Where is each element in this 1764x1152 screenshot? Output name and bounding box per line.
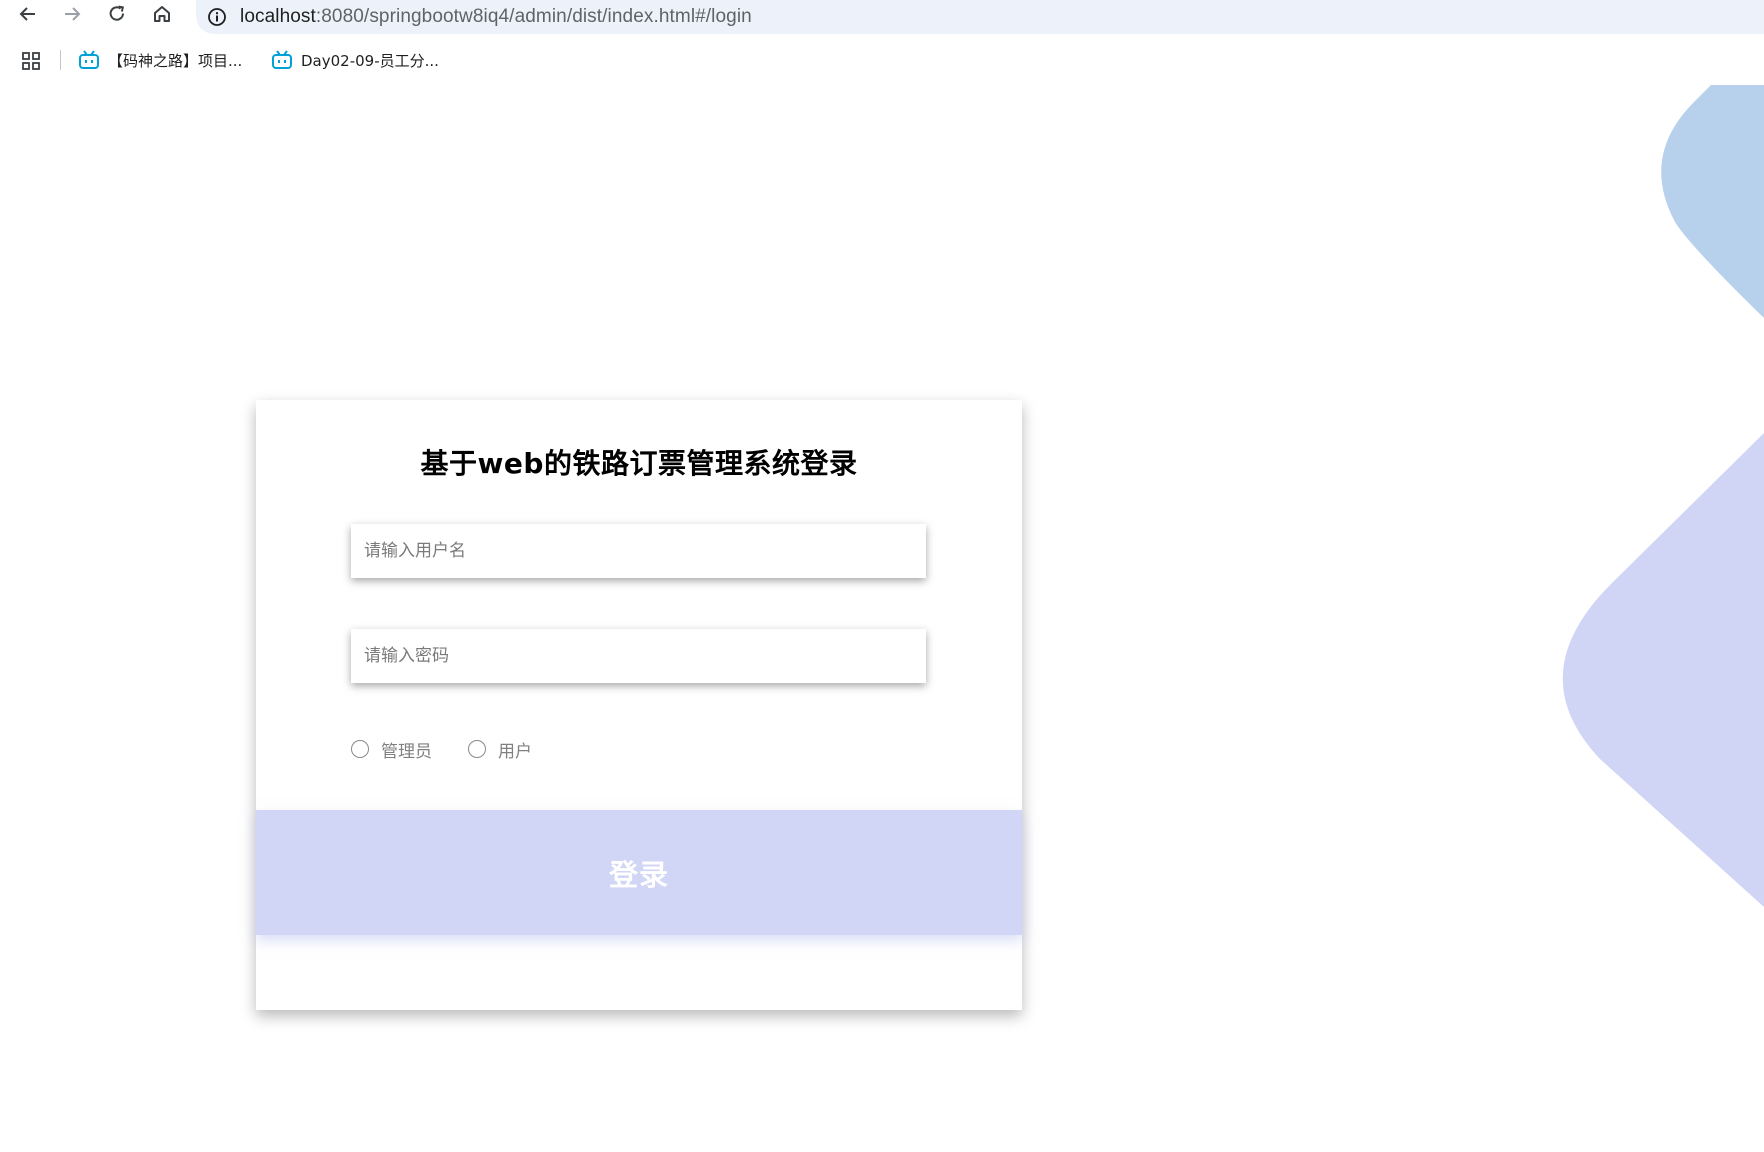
role-option-user[interactable]: 用户 bbox=[468, 737, 532, 762]
url-text[interactable]: localhost:8080/springbootw8iq4/admin/dis… bbox=[240, 6, 752, 28]
home-icon bbox=[154, 6, 170, 22]
back-button[interactable] bbox=[12, 0, 44, 28]
bookmark-item[interactable]: Day02-09-员工分... bbox=[271, 44, 439, 76]
deco-blue-shape bbox=[1661, 85, 1764, 318]
apps-grid-icon[interactable] bbox=[20, 50, 42, 72]
radio-button[interactable] bbox=[351, 740, 369, 758]
url-host: localhost bbox=[240, 6, 316, 27]
arrow-left-icon bbox=[19, 7, 35, 21]
login-button[interactable]: 登录 bbox=[256, 810, 1022, 935]
role-label-admin: 管理员 bbox=[381, 741, 432, 762]
home-button[interactable] bbox=[146, 0, 178, 28]
password-field-wrapper bbox=[351, 629, 926, 683]
bookmarks-divider bbox=[60, 50, 61, 70]
username-input[interactable] bbox=[351, 524, 926, 578]
arrow-right-icon bbox=[65, 7, 81, 21]
username-field-wrapper bbox=[351, 524, 926, 578]
password-input[interactable] bbox=[351, 629, 926, 683]
role-label-user: 用户 bbox=[498, 741, 532, 762]
role-option-admin[interactable]: 管理员 bbox=[351, 737, 432, 762]
reload-button[interactable] bbox=[101, 0, 133, 28]
site-info-icon[interactable] bbox=[206, 6, 228, 28]
browser-toolbar: localhost:8080/springbootw8iq4/admin/dis… bbox=[0, 0, 1764, 34]
bilibili-tv-icon bbox=[79, 50, 99, 69]
address-bar[interactable]: localhost:8080/springbootw8iq4/admin/dis… bbox=[196, 0, 1764, 34]
reload-icon bbox=[109, 5, 124, 21]
bilibili-tv-icon bbox=[272, 50, 292, 69]
role-radio-group: 管理员 用户 bbox=[351, 736, 568, 762]
url-path: :8080/springbootw8iq4/admin/dist/index.h… bbox=[315, 6, 752, 27]
radio-button[interactable] bbox=[468, 740, 486, 758]
deco-lavender-shape bbox=[1562, 433, 1764, 907]
bookmark-label: Day02-09-员工分... bbox=[301, 51, 439, 70]
bookmark-item[interactable]: 【码神之路】项目... bbox=[78, 44, 242, 76]
bookmarks-bar: 【码神之路】项目... Day02-09-员工分... bbox=[0, 44, 1764, 76]
login-card: 基于web的铁路订票管理系统登录 管理员 用户 登录 bbox=[256, 400, 1022, 1010]
login-title: 基于web的铁路订票管理系统登录 bbox=[420, 447, 858, 480]
forward-button[interactable] bbox=[56, 0, 88, 28]
bookmark-label: 【码神之路】项目... bbox=[108, 51, 243, 70]
